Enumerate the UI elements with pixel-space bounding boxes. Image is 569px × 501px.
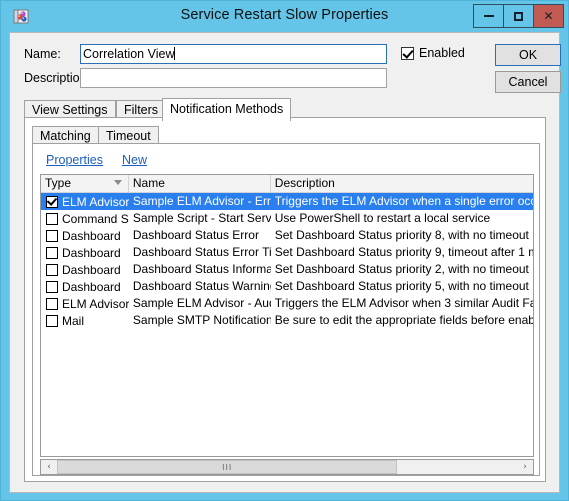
row-checkbox[interactable] <box>46 195 58 208</box>
cell-description: Set Dashboard Status priority 9, timeout… <box>274 245 534 259</box>
dialog-client-area: Name: Correlation View Description Enabl… <box>9 32 561 493</box>
cell-description: Set Dashboard Status priority 5, with no… <box>274 279 529 293</box>
cell-type: ELM Advisor... <box>41 193 129 210</box>
cell-type-label: Dashboard <box>62 245 121 260</box>
column-header-description[interactable]: Description <box>270 175 533 192</box>
list-body: ELM Advisor...Sample ELM Advisor - Error… <box>41 193 533 329</box>
cell-description: Set Dashboard Status priority 2, with no… <box>274 262 529 276</box>
table-row[interactable]: Dashboard Dashboard Status InformationSet… <box>41 261 533 278</box>
cell-type-label: Dashboard <box>62 279 121 294</box>
notification-methods-panel: Matching Timeout Properties New Type Nam… <box>24 117 546 482</box>
matching-panel: Properties New Type Name Description ELM… <box>32 143 540 476</box>
cell-type-label: Dashboard <box>62 228 121 243</box>
cancel-button[interactable]: Cancel <box>495 71 561 93</box>
cell-type: Dashboard <box>41 227 129 244</box>
horizontal-scrollbar[interactable]: ‹ III › <box>40 459 534 475</box>
cell-type: Mail <box>41 312 129 329</box>
table-row[interactable]: Dashboard Dashboard Status Error Set Dashb… <box>41 227 533 244</box>
cell-description: Be sure to edit the appropriate fields b… <box>274 313 534 327</box>
minimize-button[interactable] <box>473 4 504 28</box>
close-icon: ✕ <box>543 9 554 23</box>
text-caret <box>174 47 176 60</box>
description-input[interactable] <box>80 68 387 88</box>
cell-description: Triggers the ELM Advisor when 3 similar … <box>274 296 534 310</box>
cell-type-label: Dashboard <box>62 262 121 277</box>
cell-name: Sample ELM Advisor - Error N... <box>132 194 271 208</box>
maximize-icon <box>514 11 523 21</box>
list-header-row: Type Name Description <box>41 175 533 193</box>
cell-name: Sample ELM Advisor - Audit F... <box>132 296 271 310</box>
cell-name: Sample Script - Start Service ... <box>132 211 271 225</box>
name-input-value: Correlation View <box>83 47 175 61</box>
column-header-type[interactable]: Type <box>41 175 129 192</box>
enabled-label: Enabled <box>419 46 465 60</box>
cell-description: Set Dashboard Status priority 8, with no… <box>274 228 529 242</box>
name-input[interactable]: Correlation View <box>80 44 387 64</box>
outer-tabstrip: View Settings Filters Notification Metho… <box>24 98 546 121</box>
cell-type: Command S... <box>41 210 129 227</box>
table-row[interactable]: ELM Advisor...Sample ELM Advisor - Error… <box>41 193 533 210</box>
tab-notification-methods[interactable]: Notification Methods <box>162 98 292 121</box>
table-row[interactable]: ELM Advisor...Sample ELM Advisor - Audit… <box>41 295 533 312</box>
enabled-checkbox[interactable] <box>401 46 414 60</box>
row-checkbox[interactable] <box>46 280 58 293</box>
table-row[interactable]: Mail Sample SMTP Notification Be sure to e… <box>41 312 533 329</box>
cell-type-label: ELM Advisor... <box>62 194 129 209</box>
minimize-icon <box>483 15 494 17</box>
cell-name: Dashboard Status Error Timeout <box>132 245 271 259</box>
action-links: Properties New <box>46 153 147 167</box>
sort-descending-icon <box>113 180 122 185</box>
row-checkbox[interactable] <box>46 297 58 310</box>
dialog-window: Service Restart Slow Properties ✕ Name: … <box>0 0 569 501</box>
column-header-description-label: Description <box>274 176 335 190</box>
name-label: Name: <box>24 47 61 61</box>
notification-methods-list[interactable]: Type Name Description ELM Advisor...Samp… <box>40 174 534 457</box>
table-row[interactable]: Dashboard Dashboard Status Error TimeoutS… <box>41 244 533 261</box>
properties-link[interactable]: Properties <box>46 153 103 167</box>
maximize-button[interactable] <box>503 4 534 28</box>
cell-description: Use PowerShell to restart a local servic… <box>274 211 491 225</box>
row-checkbox[interactable] <box>46 212 58 225</box>
window-controls: ✕ <box>473 4 564 28</box>
inner-tabstrip: Matching Timeout <box>32 124 540 146</box>
cell-type: ELM Advisor... <box>41 295 129 312</box>
column-header-name-label: Name <box>132 176 165 190</box>
cell-name: Sample SMTP Notification <box>132 313 271 327</box>
cell-name: Dashboard Status Warning <box>132 279 271 293</box>
close-button[interactable]: ✕ <box>533 4 564 28</box>
cell-type: Dashboard <box>41 278 129 295</box>
title-bar: Service Restart Slow Properties ✕ <box>1 1 568 32</box>
scrollbar-grip-icon: III <box>222 462 233 472</box>
cell-type: Dashboard <box>41 244 129 261</box>
row-checkbox[interactable] <box>46 246 58 259</box>
scroll-right-button[interactable]: › <box>517 460 533 474</box>
column-header-name[interactable]: Name <box>128 175 271 192</box>
cell-name: Dashboard Status Error <box>132 228 259 242</box>
cell-description: Triggers the ELM Advisor when a single e… <box>274 194 534 208</box>
row-checkbox[interactable] <box>46 314 58 327</box>
enabled-checkbox-group[interactable]: Enabled <box>401 46 465 60</box>
scrollbar-thumb[interactable]: III <box>57 460 398 474</box>
new-link[interactable]: New <box>122 153 147 167</box>
cell-name: Dashboard Status Information <box>132 262 271 276</box>
row-checkbox[interactable] <box>46 263 58 276</box>
cell-type-label: ELM Advisor... <box>62 296 129 311</box>
scrollbar-track[interactable]: III <box>57 460 517 474</box>
table-row[interactable]: Dashboard Dashboard Status Warning Set Das… <box>41 278 533 295</box>
cell-type: Dashboard <box>41 261 129 278</box>
description-label: Description <box>24 71 87 85</box>
scroll-left-button[interactable]: ‹ <box>41 460 57 474</box>
ok-button[interactable]: OK <box>495 44 561 66</box>
row-checkbox[interactable] <box>46 229 58 242</box>
cell-type-label: Mail <box>62 313 85 328</box>
column-header-type-label: Type <box>45 176 72 190</box>
cell-type-label: Command S... <box>62 211 129 226</box>
table-row[interactable]: Command S...Sample Script - Start Servic… <box>41 210 533 227</box>
